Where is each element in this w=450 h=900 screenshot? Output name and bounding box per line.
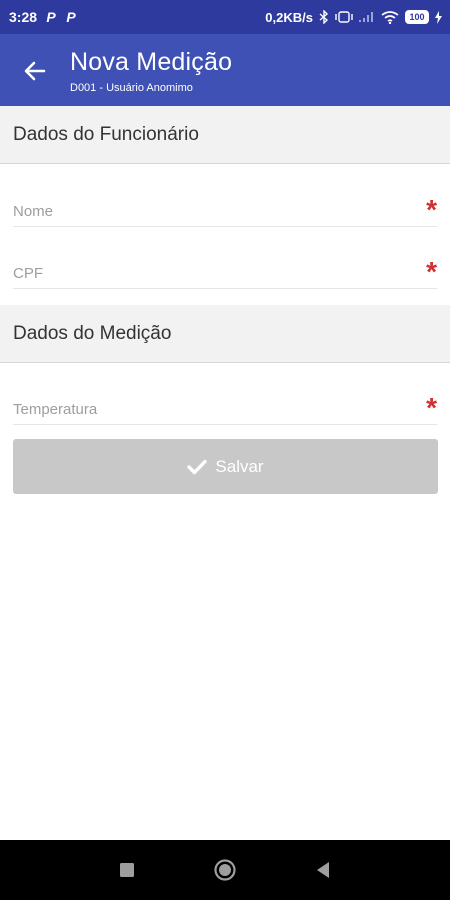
status-left: 3:28 P P (9, 9, 77, 25)
temperature-input[interactable] (13, 395, 413, 423)
recents-button[interactable] (112, 855, 142, 885)
back-icon (317, 862, 329, 878)
page-subtitle: D001 - Usuário Anomimo (70, 82, 193, 94)
check-icon (187, 459, 208, 474)
back-button[interactable] (20, 56, 50, 86)
vibrate-icon (335, 11, 353, 23)
charging-icon (435, 10, 442, 24)
save-button-label: Salvar (215, 456, 264, 476)
arrow-left-icon (24, 61, 46, 81)
network-speed: 0,2KB/s (265, 9, 313, 25)
section-header-employee: Dados do Funcionário (0, 106, 450, 164)
battery-icon: 100 (405, 10, 429, 24)
name-field: * (13, 194, 437, 227)
status-right: 0,2KB/s 100 (265, 10, 442, 25)
app-bar: Nova Medição D001 - Usuário Anomimo (0, 34, 450, 106)
parking-notification-icon: P (46, 9, 56, 25)
nav-back-button[interactable] (308, 855, 338, 885)
cpf-input[interactable] (13, 259, 413, 287)
recents-icon (120, 863, 134, 877)
home-button[interactable] (210, 855, 240, 885)
home-icon (214, 859, 236, 881)
save-button[interactable]: Salvar (13, 439, 438, 494)
signal-icon (359, 11, 375, 23)
status-time: 3:28 (9, 9, 38, 25)
wifi-icon (381, 10, 399, 24)
cpf-field: * (13, 256, 437, 289)
section-header-measurement: Dados do Medição (0, 305, 450, 363)
name-input[interactable] (13, 197, 413, 225)
bluetooth-icon (319, 10, 329, 24)
required-marker: * (426, 392, 437, 423)
temperature-field: * (13, 392, 437, 425)
status-bar: 3:28 P P 0,2KB/s 100 (0, 0, 450, 34)
parking-notification-icon: P (66, 9, 76, 25)
required-marker: * (426, 194, 437, 225)
required-marker: * (426, 256, 437, 287)
page-title: Nova Medição (70, 48, 233, 76)
system-nav-bar (0, 840, 450, 900)
